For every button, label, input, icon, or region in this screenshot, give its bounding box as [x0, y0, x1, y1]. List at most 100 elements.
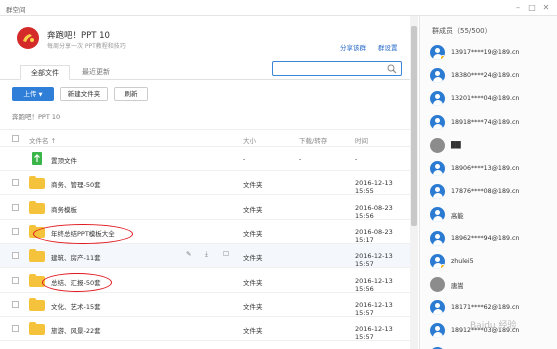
- download-icon[interactable]: ⤓: [205, 250, 208, 259]
- member-item[interactable]: 18171****62@189.cn: [430, 299, 556, 319]
- file-name[interactable]: 商务模板: [51, 204, 77, 214]
- file-time: 2016-12-13 15:57: [355, 252, 393, 269]
- avatar: [430, 68, 445, 84]
- member-name: 18380****24@189.cn: [451, 72, 520, 80]
- avatar-body: [432, 123, 443, 130]
- avatar-body: [432, 100, 443, 107]
- folder-icon: [29, 176, 45, 190]
- more-icon[interactable]: ☐: [223, 250, 229, 258]
- watermark: Baidu 经验: [470, 321, 517, 331]
- avatar-head: [435, 48, 440, 53]
- select-all-checkbox[interactable]: [12, 135, 19, 142]
- member-item[interactable]: 18380****24@189.cn: [430, 67, 556, 87]
- row-checkbox[interactable]: [12, 300, 19, 308]
- refresh-button[interactable]: 刷新: [114, 87, 148, 101]
- file-name[interactable]: 置顶文件: [51, 155, 77, 165]
- tab-recent[interactable]: 最近更新: [72, 65, 120, 80]
- file-time: 2016-12-13 15:55: [355, 179, 393, 196]
- table-row[interactable]: 置顶文件 - - -: [0, 147, 410, 171]
- avatar: [430, 253, 445, 269]
- file-name[interactable]: 旅游、风景-22套: [51, 325, 101, 335]
- avatar: [430, 277, 445, 292]
- close-icon[interactable]: ✕: [540, 2, 552, 14]
- file-time: 2016-08-23 15:56: [355, 203, 393, 220]
- avatar-head: [435, 164, 440, 169]
- member-name: zhulei5: [451, 257, 474, 265]
- member-item[interactable]: 17876****08@189.cn: [430, 183, 556, 203]
- avatar: [430, 323, 445, 339]
- member-name: 13201****04@189.cn: [451, 95, 520, 103]
- tab-all-files[interactable]: 全部文件: [20, 65, 70, 80]
- file-type: 文件夹: [243, 327, 263, 336]
- file-type: 文件夹: [243, 181, 263, 190]
- avatar-body: [432, 77, 443, 84]
- file-time: -: [355, 155, 358, 163]
- avatar-head: [435, 256, 440, 262]
- avatar: [430, 184, 445, 200]
- file-time: 2016-12-13 15:57: [355, 325, 393, 342]
- table-row[interactable]: 文化、艺术-15套 文件夹 2016-12-13 15:57: [0, 293, 410, 317]
- file-type: -: [243, 155, 246, 163]
- file-name[interactable]: 文化、艺术-15套: [51, 301, 101, 311]
- table-row[interactable]: 商务、管理-50套 文件夹 2016-12-13 15:55: [0, 171, 410, 196]
- new-folder-button[interactable]: 新建文件夹: [60, 87, 108, 101]
- member-item[interactable]: zhulei5: [430, 253, 556, 273]
- member-item[interactable]: 高能: [430, 206, 556, 226]
- avatar-body: [432, 332, 443, 339]
- share-group-link[interactable]: 分享该群: [340, 42, 366, 52]
- avatar-head: [435, 326, 440, 332]
- row-checkbox[interactable]: [12, 276, 19, 284]
- member-name: 17876****08@189.cn: [451, 188, 520, 196]
- avatar-head: [435, 303, 440, 309]
- highlight-oval: [42, 273, 112, 292]
- pinned-folder-icon: [32, 152, 42, 165]
- row-actions: ✎ ⤓ ☐: [186, 250, 236, 261]
- group-logo: [17, 27, 39, 49]
- table-row[interactable]: 建筑、房产-11套 ✎ ⤓ ☐ 文件夹 2016-12-13 15:57: [0, 244, 410, 269]
- member-item[interactable]: 18962****94@189.cn: [430, 230, 556, 250]
- avatar-body: [432, 309, 443, 316]
- member-item[interactable]: 18918****74@189.cn: [430, 114, 556, 134]
- search-input[interactable]: [272, 61, 402, 76]
- members-panel: 群成员（55/500） 13917****19@189.cn 18380****2…: [419, 16, 557, 349]
- admin-badge-icon: [440, 55, 445, 60]
- table-row[interactable]: 旅游、风景-22套 文件夹 2016-12-13 15:57: [0, 317, 410, 342]
- maximize-icon[interactable]: □: [526, 2, 538, 14]
- minimize-icon[interactable]: –: [512, 2, 524, 14]
- row-checkbox[interactable]: [12, 179, 19, 187]
- window-title: 群空间: [6, 6, 26, 14]
- member-item[interactable]: 18906****13@189.cn: [430, 160, 556, 180]
- row-checkbox[interactable]: [12, 203, 19, 211]
- chevron-down-icon: ▼: [38, 92, 43, 98]
- header-name[interactable]: 文件名 ↑: [29, 135, 56, 145]
- member-item[interactable]: 唐嵩: [430, 276, 556, 296]
- row-checkbox[interactable]: [12, 252, 19, 260]
- row-checkbox[interactable]: [12, 227, 19, 235]
- header-size[interactable]: 大小: [243, 135, 256, 145]
- title-bar: 群空间 – □ ✕: [0, 0, 557, 16]
- group-settings-link[interactable]: 群设置: [378, 42, 398, 52]
- member-item[interactable]: 13917****19@189.cn: [430, 44, 556, 64]
- header-time[interactable]: 时间: [355, 135, 368, 145]
- avatar-head: [435, 187, 440, 193]
- file-time: 2016-12-13 15:57: [355, 300, 393, 317]
- scrollbar-thumb[interactable]: [411, 26, 417, 226]
- table-row[interactable]: 商务模板 文件夹 2016-08-23 15:56: [0, 196, 410, 220]
- member-name: 18906****13@189.cn: [451, 165, 520, 172]
- file-name[interactable]: 商务、管理-50套: [51, 179, 101, 189]
- member-item[interactable]: 18912****03@189.cn: [430, 346, 556, 349]
- file-name[interactable]: 建筑、房产-11套: [51, 252, 101, 262]
- member-name: 18962****94@189.cn: [451, 234, 520, 242]
- upload-button[interactable]: 上传 ▼: [12, 87, 54, 101]
- file-type: 文件夹: [243, 205, 263, 214]
- row-checkbox[interactable]: [12, 325, 19, 333]
- breadcrumb[interactable]: 奔跑吧！PPT 10: [12, 111, 60, 121]
- header-downloads[interactable]: 下载/转存: [299, 135, 327, 145]
- avatar-head: [435, 210, 440, 216]
- member-item[interactable]: ██: [430, 137, 556, 157]
- edit-icon[interactable]: ✎: [186, 250, 191, 258]
- folder-icon: [29, 297, 45, 311]
- member-item[interactable]: 13201****04@189.cn: [430, 90, 556, 110]
- avatar: [430, 207, 445, 223]
- search-icon[interactable]: [387, 64, 397, 74]
